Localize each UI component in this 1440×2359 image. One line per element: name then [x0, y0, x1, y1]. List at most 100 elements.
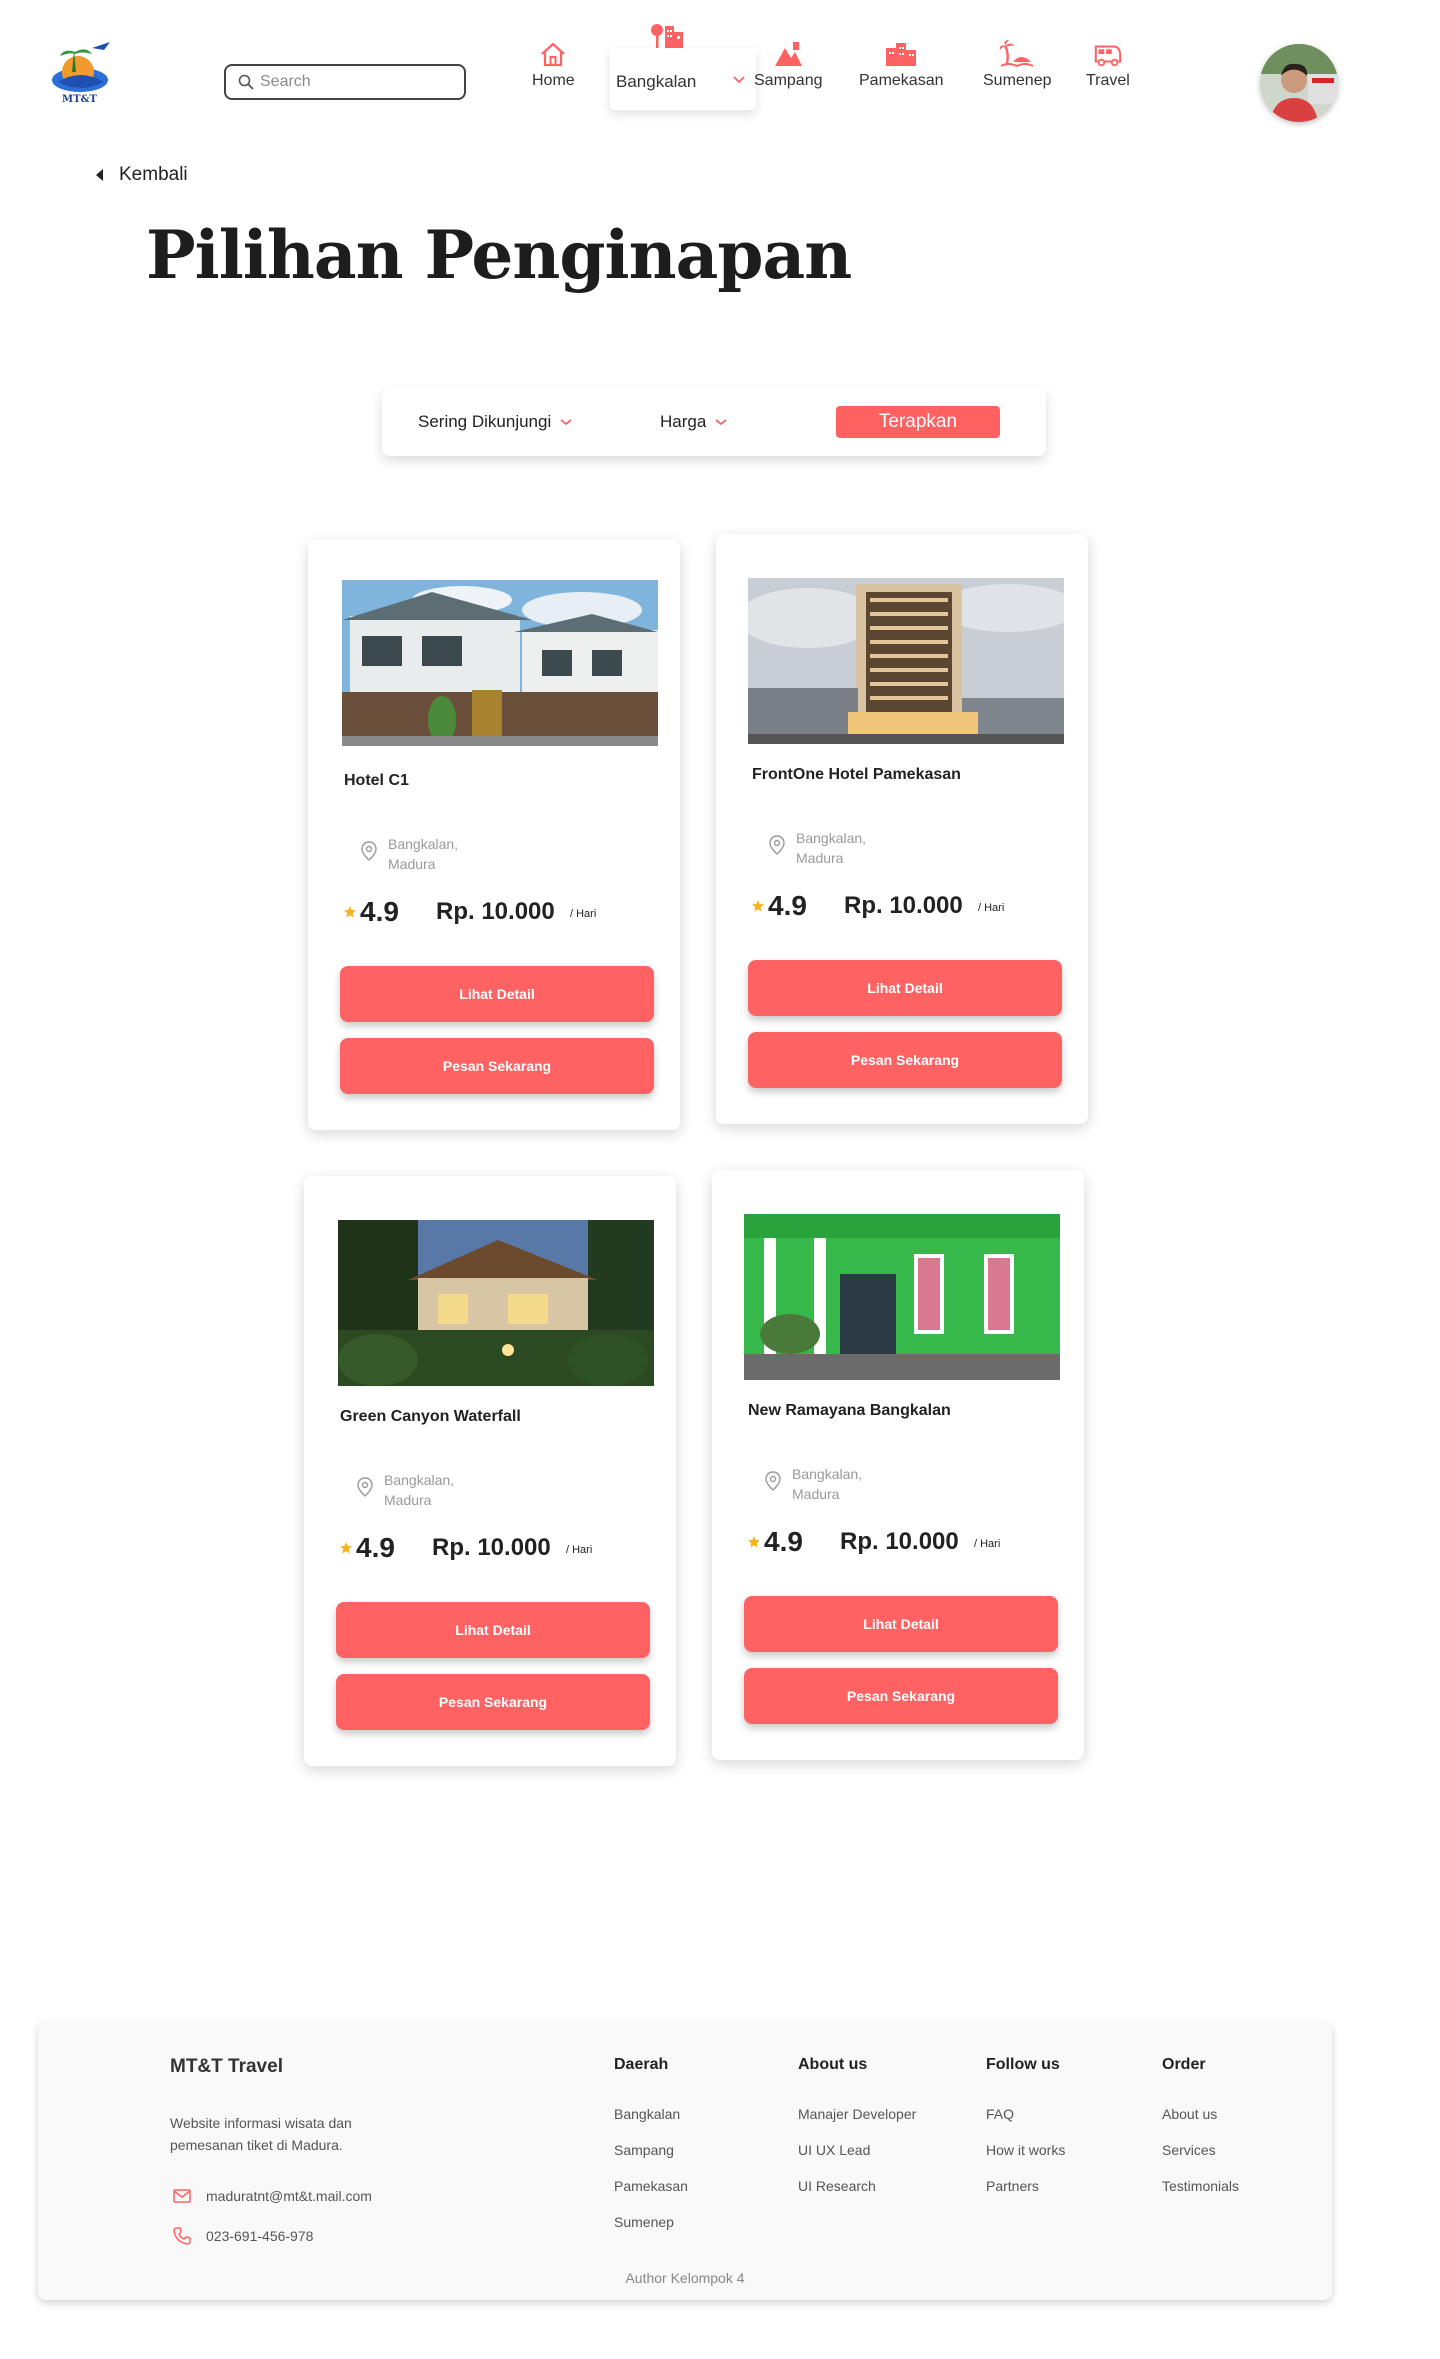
filter-bar: Sering Dikunjungi Harga Terapkan [382, 388, 1046, 456]
footer-author: Author Kelompok 4 [625, 2270, 745, 2286]
filter-popular-label: Sering Dikunjungi [418, 412, 552, 431]
footer-brand: MT&T Travel [170, 2056, 283, 2077]
hotel-photo[interactable] [748, 578, 1064, 744]
nav-home[interactable]: Home [532, 40, 575, 90]
footer-link[interactable]: Pamekasan [614, 2168, 688, 2204]
search-icon [238, 74, 254, 90]
price-unit: / Hari [978, 902, 1005, 914]
logo-text: MT&T [62, 94, 97, 105]
footer-link[interactable]: Services [1162, 2132, 1239, 2168]
location-line-1: Bangkalan, [388, 836, 459, 852]
search-input[interactable] [260, 73, 450, 91]
hotel-name: New Ramayana Bangkalan [748, 1402, 951, 1419]
hotel-name: Green Canyon Waterfall [340, 1408, 521, 1425]
nav-pamekasan[interactable]: Pamekasan [859, 40, 944, 90]
hotel-image [744, 1214, 1060, 1380]
location-pin-icon [357, 1477, 373, 1497]
tree-building-icon [651, 24, 683, 48]
region-dropdown[interactable]: Bangkalan [610, 48, 756, 110]
footer-link[interactable]: Partners [986, 2168, 1065, 2204]
user-avatar[interactable] [1260, 44, 1338, 122]
back-link[interactable]: Kembali [96, 164, 188, 186]
location-line-2: Madura [384, 1492, 432, 1508]
price-unit: / Hari [566, 1544, 593, 1556]
nav-sampang-label: Sampang [754, 72, 823, 89]
book-now-button[interactable]: Pesan Sekarang [340, 1038, 654, 1094]
footer-email[interactable]: maduratnt@mt&t.mail.com [172, 2186, 372, 2206]
hotel-price: Rp. 10.000 [436, 898, 555, 925]
location-pin-icon [361, 841, 377, 861]
nav-travel[interactable]: Travel [1086, 40, 1130, 90]
footer-link[interactable]: FAQ [986, 2096, 1065, 2132]
footer-phone[interactable]: 023-691-456-978 [172, 2226, 313, 2246]
footer-link[interactable]: Bangkalan [614, 2096, 688, 2132]
location-pin-icon [765, 1471, 781, 1491]
filter-price-label: Harga [660, 412, 707, 431]
hotel-name: FrontOne Hotel Pamekasan [752, 766, 961, 783]
star-icon [748, 1536, 760, 1548]
hotel-photo[interactable] [744, 1214, 1060, 1380]
view-detail-button[interactable]: Lihat Detail [340, 966, 654, 1022]
hotel-card: New Ramayana Bangkalan Bangkalan, Madura… [712, 1170, 1084, 1760]
buildings-icon [886, 43, 917, 66]
bus-icon [1094, 45, 1122, 67]
hotel-location: Bangkalan, Madura [384, 1470, 454, 1510]
footer-link[interactable]: How it works [986, 2132, 1065, 2168]
star-icon [340, 1542, 352, 1554]
footer-col-about: About us Manajer Developer UI UX Lead UI… [798, 2056, 916, 2204]
hotel-photo[interactable] [338, 1220, 654, 1386]
hotel-image [338, 1220, 654, 1386]
nav-sampang[interactable]: Sampang [754, 40, 823, 90]
back-arrow-icon [96, 169, 103, 181]
footer: MT&T Travel Website informasi wisata dan… [38, 2022, 1332, 2300]
footer-link[interactable]: UI UX Lead [798, 2132, 916, 2168]
hotel-image [748, 578, 1064, 744]
hotel-card: Hotel C1 Bangkalan, Madura 4.9 Rp. 10.00… [308, 540, 680, 1130]
nav-pamekasan-label: Pamekasan [859, 72, 944, 89]
hotel-location: Bangkalan, Madura [792, 1464, 862, 1504]
footer-col-head: Daerah [614, 2056, 669, 2073]
location-pin-icon [769, 835, 785, 855]
hotel-price: Rp. 10.000 [840, 1528, 959, 1555]
mountain-icon [775, 42, 803, 66]
brand-logo[interactable]: MT&T [44, 38, 116, 110]
star-icon [344, 906, 356, 918]
view-detail-button[interactable]: Lihat Detail [336, 1602, 650, 1658]
footer-link[interactable]: About us [1162, 2096, 1239, 2132]
book-now-button[interactable]: Pesan Sekarang [748, 1032, 1062, 1088]
hotel-card: Green Canyon Waterfall Bangkalan, Madura… [304, 1176, 676, 1766]
nav-sumenep[interactable]: Sumenep [983, 40, 1052, 90]
footer-link[interactable]: Testimonials [1162, 2168, 1239, 2204]
book-now-button[interactable]: Pesan Sekarang [336, 1674, 650, 1730]
chevron-down-icon [715, 419, 727, 426]
hotel-price: Rp. 10.000 [844, 892, 963, 919]
nav-sumenep-label: Sumenep [983, 72, 1052, 89]
hotel-rating: 4.9 [360, 896, 399, 927]
price-unit: / Hari [570, 908, 597, 920]
mail-icon [173, 2189, 191, 2203]
apply-filter-button[interactable]: Terapkan [836, 406, 1000, 438]
beach-icon [1000, 40, 1034, 68]
footer-col-order: Order About us Services Testimonials [1162, 2056, 1239, 2204]
footer-link[interactable]: Manajer Developer [798, 2096, 916, 2132]
footer-link[interactable]: Sumenep [614, 2204, 688, 2240]
hotel-photo[interactable] [342, 580, 658, 746]
location-line-1: Bangkalan, [796, 830, 867, 846]
footer-col-head: Order [1162, 2056, 1206, 2073]
search-field[interactable] [224, 64, 466, 100]
filter-popular-dropdown[interactable]: Sering Dikunjungi [418, 412, 573, 432]
view-detail-button[interactable]: Lihat Detail [744, 1596, 1058, 1652]
book-now-button[interactable]: Pesan Sekarang [744, 1668, 1058, 1724]
price-unit: / Hari [974, 1538, 1001, 1550]
footer-link[interactable]: Sampang [614, 2132, 688, 2168]
view-detail-button[interactable]: Lihat Detail [748, 960, 1062, 1016]
filter-price-dropdown[interactable]: Harga [660, 412, 728, 432]
location-line-2: Madura [796, 850, 844, 866]
back-label: Kembali [119, 164, 188, 185]
footer-link[interactable]: UI Research [798, 2168, 916, 2204]
nav-travel-label: Travel [1086, 72, 1130, 89]
footer-email-text: maduratnt@mt&t.mail.com [206, 2188, 372, 2204]
hotel-rating: 4.9 [356, 1532, 395, 1563]
hotel-location: Bangkalan, Madura [796, 828, 866, 868]
nav-home-label: Home [532, 72, 575, 89]
